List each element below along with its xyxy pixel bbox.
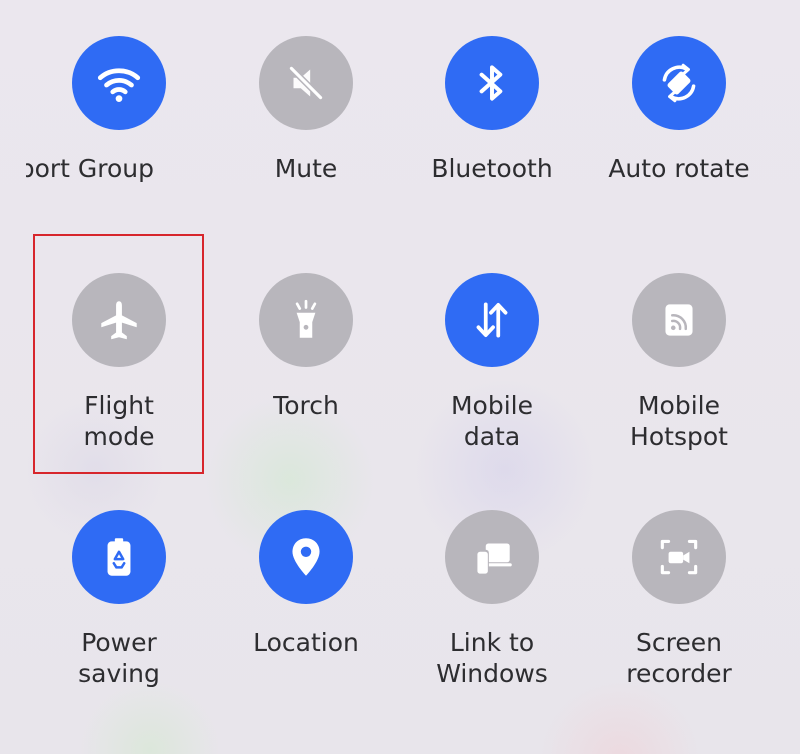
mute-icon [288, 65, 324, 101]
bluetooth-icon [479, 65, 503, 101]
tile-bluetooth[interactable]: Bluetooth [399, 36, 585, 184]
tile-torch[interactable]: Torch [213, 273, 399, 421]
tile-mobile-data[interactable]: Mobile data [399, 273, 585, 452]
bluetooth-toggle[interactable] [445, 36, 539, 130]
tile-label-link-to-windows: Link to Windows [436, 628, 548, 688]
tile-label-location: Location [253, 628, 359, 657]
torch-toggle[interactable] [259, 273, 353, 367]
power-saving-toggle[interactable] [72, 510, 166, 604]
tile-auto-rotate[interactable]: Auto rotate [586, 36, 772, 184]
flashlight-icon [295, 299, 317, 338]
tile-label-mobile-data: Mobile data [450, 391, 533, 451]
tile-label-wifi: pport Group [26, 154, 154, 183]
tile-link-to-windows[interactable]: Link to Windows [399, 510, 585, 689]
hotspot-icon [665, 304, 693, 336]
battery-recycle-icon [107, 538, 131, 576]
tile-power-saving[interactable]: Power saving [26, 510, 212, 689]
tile-label-screen-recorder: Screen recorder [626, 628, 732, 688]
tile-screen-recorder[interactable]: Screen recorder [586, 510, 772, 689]
tile-mute[interactable]: Mute [213, 36, 399, 184]
flight-mode-highlight-box [33, 234, 204, 474]
tile-label-auto-rotate: Auto rotate [608, 154, 750, 183]
screen-recorder-toggle[interactable] [632, 510, 726, 604]
tile-label-mute: Mute [274, 154, 338, 183]
mobile-data-icon [476, 302, 508, 338]
screen-recorder-icon [660, 539, 698, 575]
tile-location[interactable]: Location [213, 510, 399, 658]
wifi-icon [97, 68, 141, 102]
location-toggle[interactable] [259, 510, 353, 604]
tile-label-bluetooth: Bluetooth [431, 154, 553, 183]
wifi-toggle[interactable] [72, 36, 166, 130]
link-to-windows-toggle[interactable] [445, 510, 539, 604]
auto-rotate-icon [662, 63, 696, 103]
mobile-hotspot-toggle[interactable] [632, 273, 726, 367]
mute-toggle[interactable] [259, 36, 353, 130]
mobile-data-toggle[interactable] [445, 273, 539, 367]
tile-label-power-saving: Power saving [78, 628, 160, 688]
tile-mobile-hotspot[interactable]: Mobile Hotspot [586, 273, 772, 452]
auto-rotate-toggle[interactable] [632, 36, 726, 130]
link-devices-icon [475, 543, 512, 575]
tile-label-torch: Torch [273, 391, 339, 420]
tile-label-mobile-hotspot: Mobile Hotspot [630, 391, 728, 451]
tile-wifi[interactable]: pport Group [26, 36, 212, 184]
location-pin-icon [292, 538, 320, 576]
